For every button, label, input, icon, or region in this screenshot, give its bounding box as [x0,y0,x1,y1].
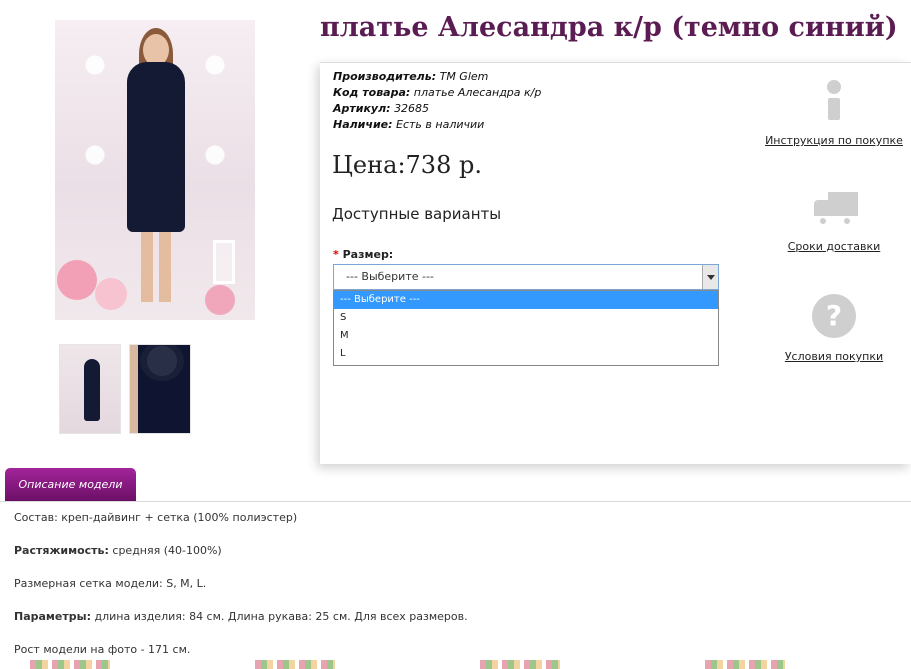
footer-flowers [255,660,335,669]
photo-flower [95,278,127,310]
truck-cab [814,200,830,216]
size-label-text: Размер: [342,248,394,261]
size-option-m[interactable]: M [334,327,718,345]
code-value: платье Алесандра к/р [413,86,542,99]
truck-wheel [818,216,828,226]
manufacturer-row: Производитель: TM Glem [333,69,541,85]
params-value: длина изделия: 84 см. Длина рукава: 25 с… [90,610,468,623]
size-dropdown-list: --- Выберите --- S M L [333,290,719,366]
size-select-value: --- Выберите --- [346,270,434,283]
footer-flowers [705,660,785,669]
instructions-block: Инструкция по покупке [764,80,904,147]
terms-link[interactable]: Условия покупки [764,350,904,363]
instructions-link[interactable]: Инструкция по покупке [764,134,904,147]
delivery-link[interactable]: Сроки доставки [764,240,904,253]
info-icon [824,80,844,122]
product-price: Цена:738 р. [332,151,482,179]
params-label: Параметры: [14,610,91,623]
delivery-block: Сроки доставки [764,190,904,253]
size-option-s[interactable]: S [334,309,718,327]
composition-text: Состав: креп-дайвинг + сетка (100% полиэ… [14,511,298,524]
footer-flowers [480,660,560,669]
footer-flowers [30,660,110,669]
truck-body [828,192,858,216]
product-thumbnail-back[interactable] [59,344,121,434]
size-label: * Размер: [333,248,393,261]
product-thumbnail-detail[interactable] [129,344,191,434]
size-select[interactable]: --- Выберите --- [333,264,719,290]
truck-icon [810,190,858,228]
product-meta: Производитель: TM Glem Код товара: плать… [333,69,541,133]
height-text: Рост модели на фото - 171 см. [14,643,191,656]
photo-flower [57,260,97,300]
model-legs [141,230,171,302]
photo-flower [205,285,235,315]
size-option-placeholder[interactable]: --- Выберите --- [334,291,718,309]
code-row: Код товара: платье Алесандра к/р [333,85,541,101]
manufacturer-label: Производитель: [333,70,437,83]
params-row: Параметры: длина изделия: 84 см. Длина р… [14,611,468,623]
question-icon: ? [812,294,856,338]
stock-row: Наличие: Есть в наличии [333,117,541,133]
product-main-photo[interactable] [55,20,255,320]
stock-value: Есть в наличии [396,118,485,131]
stock-label: Наличие: [333,118,393,131]
tab-description[interactable]: Описание модели [5,468,136,502]
product-title: платье Алесандра к/р (темно синий) [320,12,898,43]
sizes-text: Размерная сетка модели: S, M, L. [14,577,207,590]
sku-value: 32685 [394,102,430,115]
terms-block: ? Условия покупки [764,294,904,363]
variants-heading: Доступные варианты [332,205,502,223]
sku-label: Артикул: [333,102,391,115]
model-dress [127,62,185,232]
stretch-row: Растяжимость: средняя (40-100%) [14,545,468,557]
required-mark: * [333,248,339,261]
stretch-label: Растяжимость: [14,544,109,557]
code-label: Код товара: [333,86,411,99]
description-content: Состав: креп-дайвинг + сетка (100% полиэ… [14,512,468,669]
footer-decoration [0,660,911,669]
truck-wheel [842,216,852,226]
sku-row: Артикул: 32685 [333,101,541,117]
stretch-value: средняя (40-100%) [108,544,222,557]
chevron-down-icon[interactable] [702,265,718,289]
tab-divider [0,501,911,502]
photo-lantern [213,240,235,284]
manufacturer-value: TM Glem [439,70,489,83]
size-option-l[interactable]: L [334,345,718,363]
